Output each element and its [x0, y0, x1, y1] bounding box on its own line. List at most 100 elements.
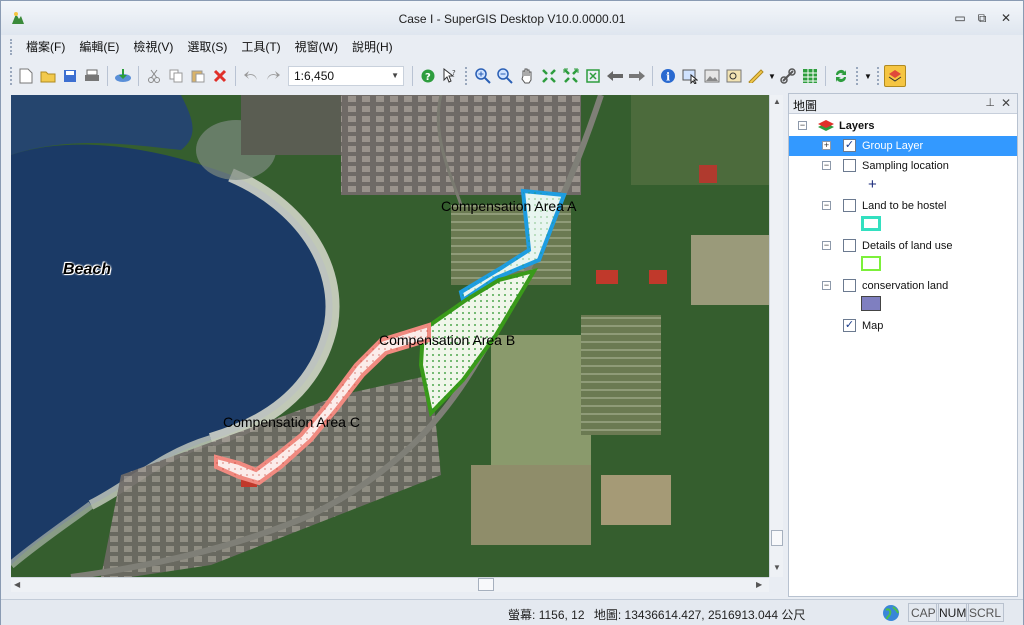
refresh-icon[interactable] [830, 65, 852, 87]
svg-text:?: ? [425, 72, 431, 83]
layers-root-item[interactable]: − Layers [789, 116, 1017, 136]
menu-help[interactable]: 說明(H) [345, 35, 400, 57]
open-folder-icon[interactable] [37, 65, 59, 87]
zoom-out-icon[interactable] [494, 65, 516, 87]
layer-item-map[interactable]: ✓ Map [789, 316, 1017, 336]
land-use-symbol-swatch [861, 256, 881, 271]
fixed-zoom-in-icon[interactable] [538, 65, 560, 87]
map-scale-dropdown[interactable]: 1:6,450 ▼ [288, 66, 404, 86]
layer-item-conservation-land[interactable]: − conservation land [789, 276, 1017, 296]
cross-marker-symbol-icon: + [868, 176, 877, 193]
svg-text:i: i [666, 71, 670, 84]
panel-close-icon[interactable]: ✕ [1001, 96, 1011, 110]
sampling-location-checkbox[interactable] [843, 159, 856, 172]
layers-stack-icon [818, 120, 834, 131]
menu-bar: 檔案(F) 編輯(E) 檢視(V) 選取(S) 工具(T) 視窗(W) 說明(H… [9, 35, 400, 57]
help-icon[interactable]: ? [417, 65, 439, 87]
menu-window[interactable]: 視窗(W) [288, 35, 345, 57]
map-vertical-scrollbar[interactable]: ▲ ▼ [769, 95, 783, 577]
map-layers-panel: 地圖 ⊥ ✕ − Layers + ✓ Group Layer − Sampli… [788, 93, 1018, 597]
pin-icon[interactable]: ⊥ [985, 96, 995, 109]
conservation-symbol-swatch [861, 296, 881, 311]
vertical-scroll-thumb[interactable] [771, 530, 783, 546]
menu-view[interactable]: 檢視(V) [126, 35, 180, 57]
paste-icon[interactable] [187, 65, 209, 87]
caps-lock-indicator: CAP [908, 603, 939, 622]
delete-icon[interactable] [209, 65, 231, 87]
pan-hand-icon[interactable] [516, 65, 538, 87]
layer-item-land-to-be-hostel[interactable]: − Land to be hostel [789, 196, 1017, 216]
scroll-lock-indicator: SCRL [966, 603, 1005, 622]
previous-extent-icon[interactable] [604, 65, 626, 87]
scroll-up-icon[interactable]: ▲ [773, 97, 781, 106]
collapse-icon[interactable]: − [822, 201, 831, 210]
menu-select[interactable]: 選取(S) [180, 35, 234, 57]
zoom-in-icon[interactable] [472, 65, 494, 87]
map-checkbox[interactable]: ✓ [843, 319, 856, 332]
layer-item-sampling-location[interactable]: − Sampling location [789, 156, 1017, 176]
layer-label: Details of land use [862, 240, 953, 252]
group-layer-checkbox[interactable]: ✓ [843, 139, 856, 152]
scroll-right-icon[interactable]: ▶ [756, 580, 762, 589]
map-view[interactable]: Beach Compensation Area A Compensation A… [11, 95, 769, 577]
toolbar-separator [107, 66, 108, 86]
layer-label: Land to be hostel [862, 200, 947, 212]
num-lock-indicator: NUM [936, 603, 970, 622]
select-features-icon[interactable] [679, 65, 701, 87]
menu-edit[interactable]: 編輯(E) [72, 35, 126, 57]
toolbar-options-chevron-icon[interactable]: ▼ [863, 65, 873, 87]
collapse-icon[interactable]: − [822, 241, 831, 250]
hyperlink-icon[interactable] [777, 65, 799, 87]
chevron-down-icon: ▼ [391, 71, 399, 80]
map-image-icon[interactable] [701, 65, 723, 87]
expand-icon[interactable]: + [822, 141, 831, 150]
close-window-button[interactable]: ✕ [995, 9, 1017, 27]
panel-header: 地圖 ⊥ ✕ [789, 94, 1017, 114]
horizontal-scroll-thumb[interactable] [478, 578, 494, 591]
restore-button[interactable]: ⧉ [971, 9, 993, 27]
map-coord-label: 地圖: [593, 608, 622, 622]
layer-item-group-layer[interactable]: + ✓ Group Layer [789, 136, 1017, 156]
menu-tools[interactable]: 工具(T) [234, 35, 287, 57]
save-icon[interactable] [59, 65, 81, 87]
collapse-icon[interactable]: − [822, 161, 831, 170]
toolbar-grip[interactable] [465, 67, 468, 85]
application-window: Case I - SuperGIS Desktop V10.0.0000.01 … [0, 0, 1024, 625]
attribute-table-icon[interactable] [799, 65, 821, 87]
redo-icon[interactable] [262, 65, 284, 87]
collapse-icon[interactable]: − [822, 281, 831, 290]
menu-file[interactable]: 檔案(F) [19, 35, 72, 57]
scroll-down-icon[interactable]: ▼ [773, 563, 781, 572]
context-help-icon[interactable]: ? [439, 65, 461, 87]
add-layer-icon[interactable] [112, 65, 134, 87]
layout-mode-icon[interactable] [884, 65, 906, 87]
find-image-icon[interactable] [723, 65, 745, 87]
layer-label: Group Layer [862, 140, 924, 152]
map-horizontal-scrollbar[interactable]: ◀ ▶ [11, 577, 769, 592]
minimize-button[interactable]: ▭ [949, 9, 971, 27]
layer-label: Sampling location [862, 160, 949, 172]
map-coord-value: 13436614.427, 2516913.044 公尺 [624, 608, 806, 622]
full-extent-icon[interactable] [582, 65, 604, 87]
chevron-down-icon[interactable]: ▼ [767, 65, 777, 87]
undo-icon[interactable] [240, 65, 262, 87]
next-extent-icon[interactable] [626, 65, 648, 87]
measure-tool-icon[interactable] [745, 65, 767, 87]
new-document-icon[interactable] [15, 65, 37, 87]
conservation-land-checkbox[interactable] [843, 279, 856, 292]
toolbar-grip[interactable] [10, 67, 13, 85]
fixed-zoom-out-icon[interactable] [560, 65, 582, 87]
collapse-icon[interactable]: − [798, 121, 807, 130]
identify-icon[interactable]: i [657, 65, 679, 87]
land-to-be-hostel-checkbox[interactable] [843, 199, 856, 212]
map-scale-value: 1:6,450 [294, 69, 335, 83]
copy-icon[interactable] [165, 65, 187, 87]
layer-item-details-of-land-use[interactable]: − Details of land use [789, 236, 1017, 256]
hostel-symbol-swatch [861, 216, 881, 231]
scroll-left-icon[interactable]: ◀ [14, 580, 20, 589]
cut-icon[interactable] [143, 65, 165, 87]
toolbar-grip[interactable] [877, 67, 880, 85]
details-of-land-use-checkbox[interactable] [843, 239, 856, 252]
toolbar-grip[interactable] [856, 67, 859, 85]
print-icon[interactable] [81, 65, 103, 87]
